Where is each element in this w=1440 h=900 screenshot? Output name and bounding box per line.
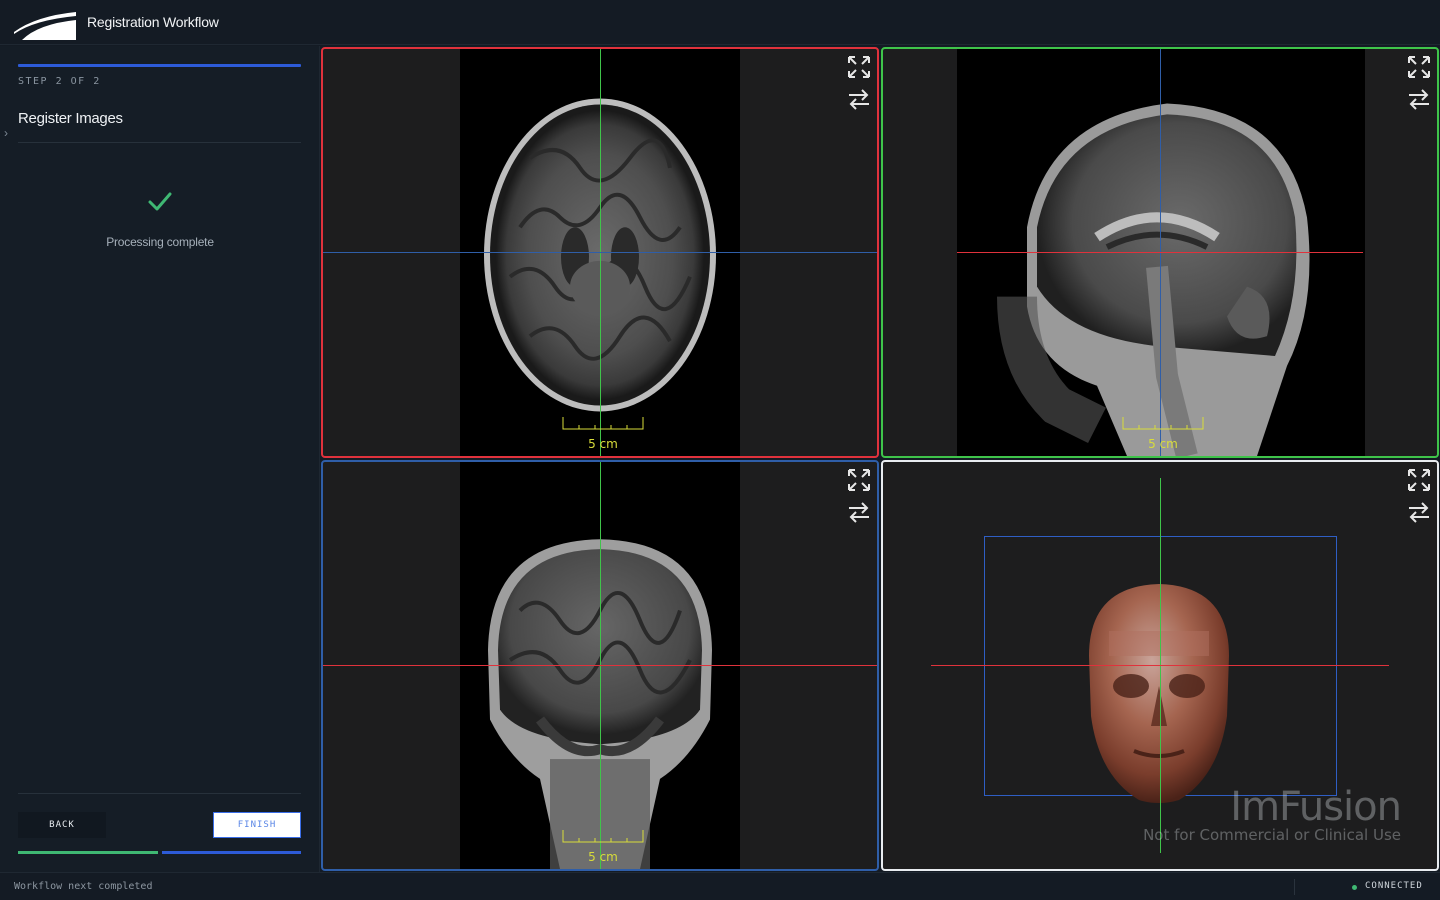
crosshair-horizontal[interactable] xyxy=(323,252,877,253)
workflow-sidebar: › STEP 2 OF 2 Register Images Processing… xyxy=(0,46,320,872)
scale-label: 5 cm xyxy=(1148,437,1178,451)
scale-label: 5 cm xyxy=(588,850,618,864)
maximize-icon[interactable] xyxy=(1405,53,1433,81)
step-1-indicator xyxy=(18,851,158,854)
scale-bar: 5 cm xyxy=(562,830,644,866)
top-bar: Registration Workflow xyxy=(0,0,1440,45)
scale-bar: 5 cm xyxy=(562,417,644,453)
axial-viewport[interactable]: 5 cm xyxy=(321,47,879,458)
crosshair-horizontal[interactable] xyxy=(957,252,1363,253)
3d-viewport[interactable]: ImFusion Not for Commercial or Clinical … xyxy=(881,460,1439,871)
app-logo-icon xyxy=(14,6,76,40)
expand-chevron-icon[interactable]: › xyxy=(4,126,14,140)
watermark-subtitle: Not for Commercial or Clinical Use xyxy=(1143,826,1401,844)
scale-label: 5 cm xyxy=(588,437,618,451)
swap-arrows-icon[interactable] xyxy=(845,85,873,113)
status-bar: Workflow next completed CONNECTED xyxy=(0,872,1440,900)
maximize-icon[interactable] xyxy=(845,53,873,81)
step-title: Register Images xyxy=(18,110,123,127)
3d-head-render xyxy=(1089,584,1229,803)
divider xyxy=(1294,879,1295,895)
connection-status-icon xyxy=(1352,885,1357,890)
divider xyxy=(18,793,301,794)
processing-status: Processing complete xyxy=(106,235,214,249)
connection-status: CONNECTED xyxy=(1365,881,1423,891)
watermark-logo: ImFusion xyxy=(1230,784,1402,830)
crosshair-horizontal[interactable] xyxy=(323,665,877,666)
checkmark-icon xyxy=(148,192,172,211)
step-progress-bar xyxy=(18,64,301,67)
maximize-icon[interactable] xyxy=(1405,466,1433,494)
swap-arrows-icon[interactable] xyxy=(1405,85,1433,113)
step-2-indicator xyxy=(162,851,301,854)
app-title: Registration Workflow xyxy=(87,14,219,30)
sagittal-viewport[interactable]: 5 cm xyxy=(881,47,1439,458)
step-label: STEP 2 OF 2 xyxy=(18,76,101,87)
divider xyxy=(18,142,301,143)
swap-arrows-icon[interactable] xyxy=(1405,498,1433,526)
scale-bar: 5 cm xyxy=(1122,417,1204,453)
finish-button[interactable]: FINISH xyxy=(213,812,301,838)
swap-arrows-icon[interactable] xyxy=(845,498,873,526)
status-message: Workflow next completed xyxy=(14,881,153,892)
maximize-icon[interactable] xyxy=(845,466,873,494)
coronal-viewport[interactable]: 5 cm xyxy=(321,460,879,871)
crosshair-horizontal[interactable] xyxy=(931,665,1389,666)
back-button[interactable]: BACK xyxy=(18,812,106,838)
